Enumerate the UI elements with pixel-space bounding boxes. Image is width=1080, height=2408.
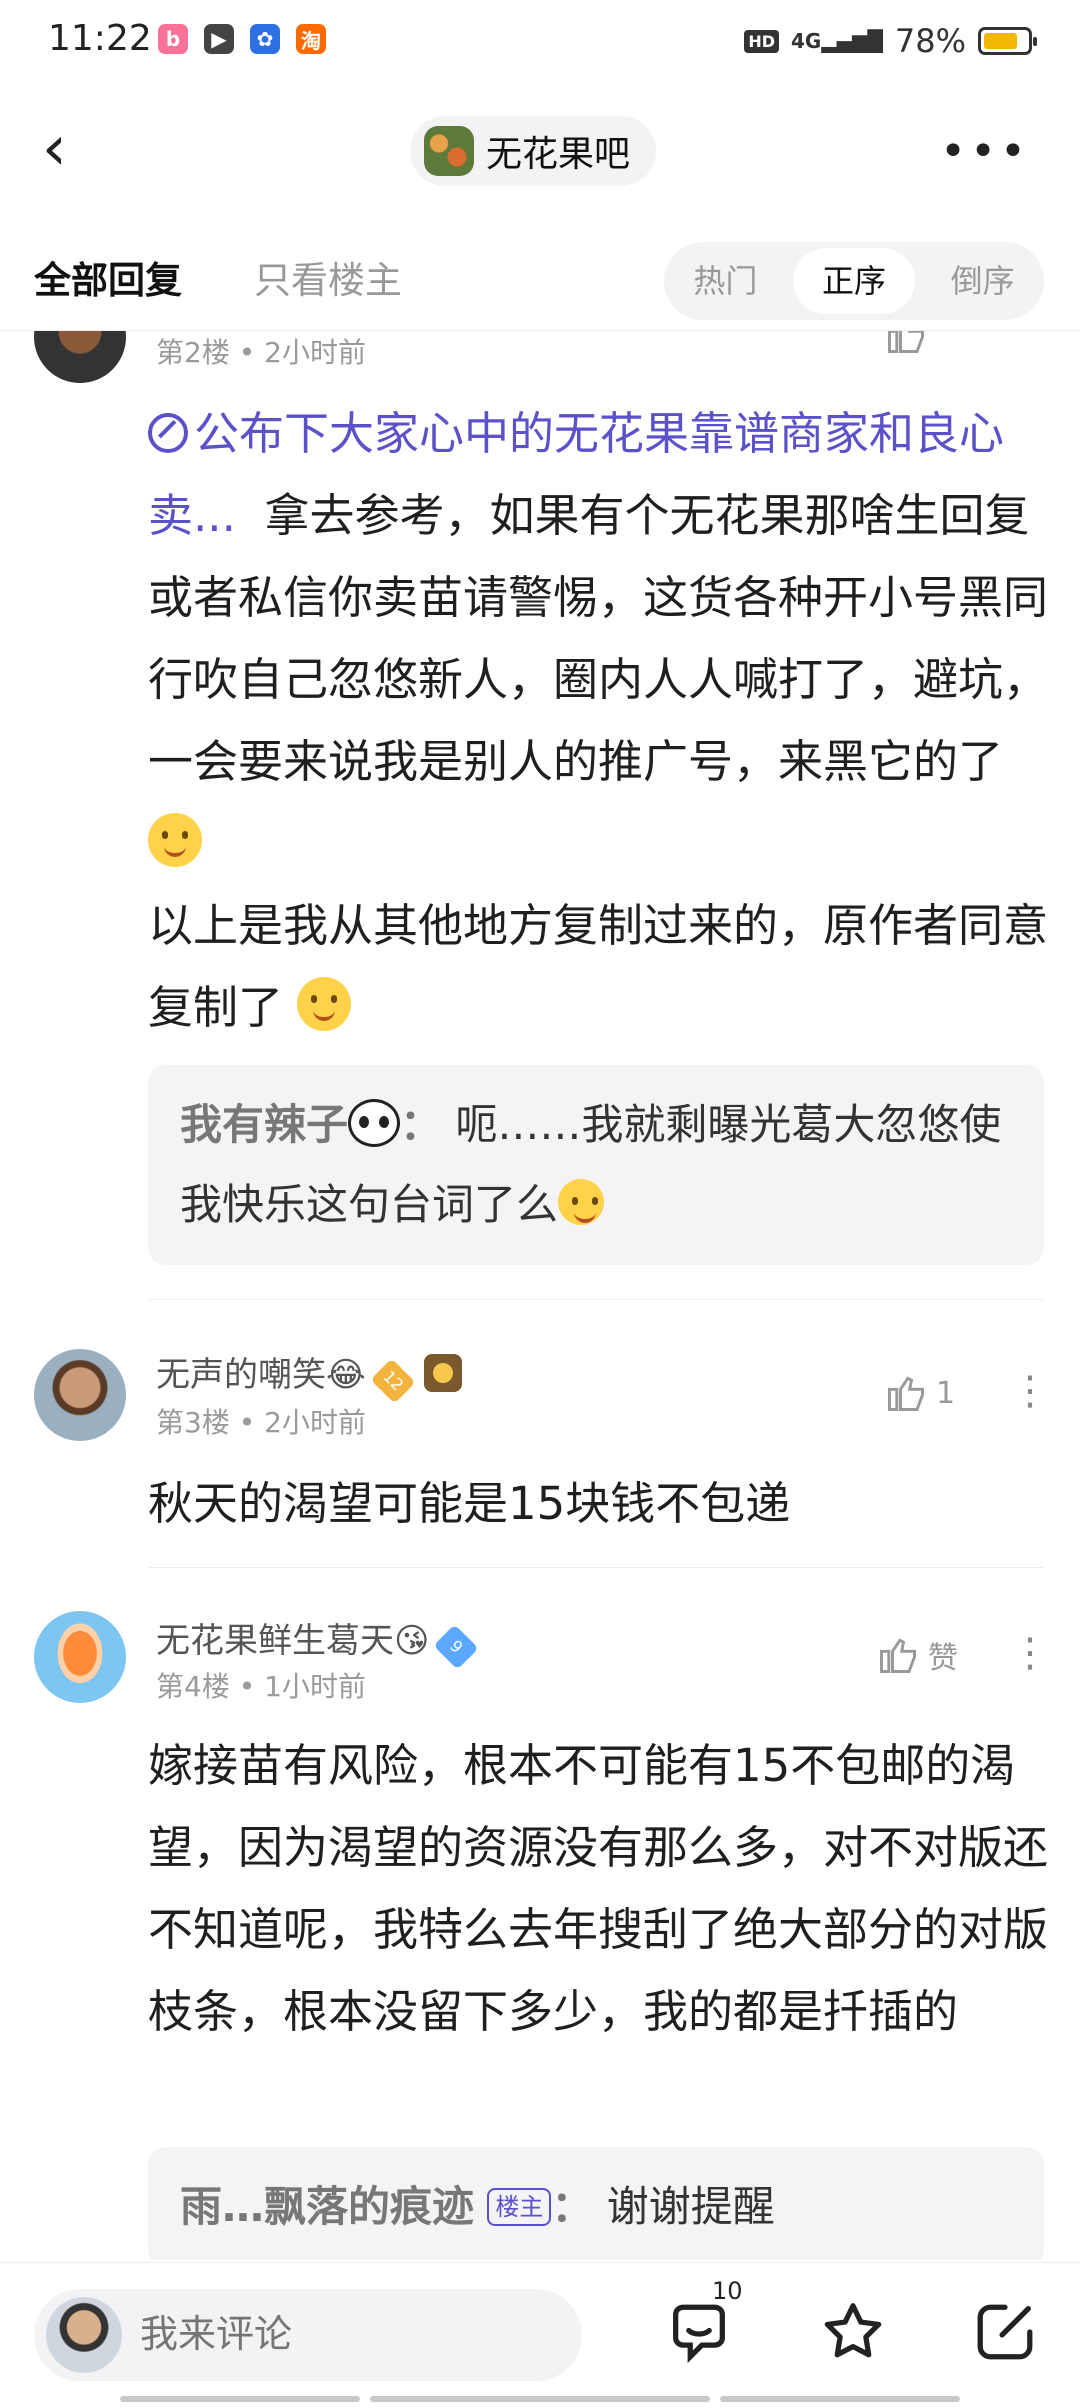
top-navigation: ‹ 无花果吧 ••• xyxy=(0,100,1080,200)
level-badge: 12 xyxy=(370,1358,416,1404)
taobao-icon: 淘 xyxy=(296,24,326,54)
avatar[interactable] xyxy=(34,1611,126,1703)
like-label: 赞 xyxy=(928,1641,958,1676)
divider xyxy=(148,1299,1044,1300)
reply-time: 2小时前 xyxy=(264,1406,366,1439)
thumbs-up-icon xyxy=(880,1638,916,1673)
thumbs-up-icon xyxy=(888,1376,924,1411)
like-button[interactable] xyxy=(884,331,928,357)
home-indicator xyxy=(370,2396,710,2402)
reply-meta: 第2楼 • 2小时前 xyxy=(156,336,366,369)
tab-op-only[interactable]: 只看楼主 xyxy=(254,250,402,304)
reply-filter-bar: 全部回复 只看楼主 热门 正序 倒序 xyxy=(0,230,1080,330)
smile-emoji-icon xyxy=(297,977,352,1031)
panda-emoji-icon xyxy=(348,1099,401,1147)
more-options-icon[interactable]: ••• xyxy=(940,126,1030,177)
sub-reply[interactable]: 我有辣子： 呃……我就剩曝光葛大忽悠使我快乐这句台词了么 xyxy=(148,1065,1044,1265)
home-indicator xyxy=(720,2396,960,2402)
battery-icon xyxy=(978,27,1037,55)
reply-body: 嫁接苗有风险，根本不可能有15不包邮的渴望，因为渴望的资源没有那么多，对不对版还… xyxy=(148,1739,1049,2038)
forum-avatar xyxy=(424,126,474,176)
sub-reply[interactable]: 雨…飘落的痕迹 楼主： 谢谢提醒 xyxy=(148,2147,1044,2260)
username-text: 无花果鲜生葛天😘 xyxy=(156,1621,430,1661)
sort-toggle: 热门 正序 倒序 xyxy=(664,242,1044,320)
sub-reply-author[interactable]: 我有辣子 xyxy=(180,1100,348,1149)
video-player-icon: ▶ xyxy=(204,24,234,54)
comment-input[interactable] xyxy=(140,2289,560,2381)
sub-reply-author[interactable]: 雨…飘落的痕迹 xyxy=(180,2182,474,2231)
like-button[interactable]: 赞 xyxy=(876,1633,958,1677)
reply-list[interactable]: 第2楼 • 2小时前 公布下大家心中的无花果靠谱商家和良心卖... 拿去参考，如… xyxy=(0,331,1080,2260)
divider xyxy=(148,1567,1044,1568)
bilibili-icon: b xyxy=(158,24,188,54)
notification-icons: b ▶ ✿ 淘 xyxy=(158,24,326,54)
username[interactable]: 无花果鲜生葛天😘 9 xyxy=(156,1613,480,1670)
avatar[interactable] xyxy=(34,1349,126,1441)
system-indicators: HD 4G▂▄▆█ 78% xyxy=(744,22,1037,60)
grimace-emoji-icon xyxy=(148,813,202,867)
shy-emoji-icon xyxy=(558,1179,605,1225)
reply-text-2: 以上是我从其他地方复制过来的，原作者同意复制了 xyxy=(148,899,1049,1034)
tab-all-replies[interactable]: 全部回复 xyxy=(34,250,182,304)
battery-level xyxy=(984,33,1017,49)
baidu-icon: ✿ xyxy=(250,24,280,54)
reply-more-icon[interactable]: ⋮ xyxy=(1010,1371,1050,1411)
reply-time: 1小时前 xyxy=(264,1670,366,1703)
star-favorite-icon[interactable] xyxy=(818,2297,888,2367)
reply-meta: 第4楼 • 1小时前 xyxy=(156,1670,366,1703)
reply-body: 秋天的渴望可能是15块钱不包递 xyxy=(148,1477,791,1530)
home-indicator xyxy=(120,2396,360,2402)
reply-more-icon[interactable]: ⋮ xyxy=(1010,1633,1050,1673)
reply-body: 公布下大家心中的无花果靠谱商家和良心卖... 拿去参考，如果有个无花果那啥生回复… xyxy=(148,393,1048,1049)
username-text: 无声的嘲笑😂 xyxy=(156,1355,366,1395)
sort-ascending[interactable]: 正序 xyxy=(792,248,916,314)
thumbs-up-icon xyxy=(888,331,924,353)
reply-time: 2小时前 xyxy=(264,336,366,369)
reply-count: 10 xyxy=(712,2277,743,2305)
my-avatar xyxy=(46,2297,122,2373)
status-bar: 11:22 b ▶ ✿ 淘 HD 4G▂▄▆█ 78% xyxy=(0,0,1080,90)
back-icon[interactable]: ‹ xyxy=(42,117,102,180)
op-badge: 楼主 xyxy=(487,2188,552,2226)
hd-indicator: HD xyxy=(744,29,779,53)
forum-name: 无花果吧 xyxy=(486,134,631,175)
reply-text: 拿去参考，如果有个无花果那啥生回复或者私信你卖苗请警惕，这货各种开小号黑同行吹自… xyxy=(148,489,1049,788)
floor-number: 第4楼 xyxy=(156,1670,230,1703)
level-badge: 9 xyxy=(433,1624,480,1670)
sub-reply-text: 谢谢提醒 xyxy=(606,2182,775,2231)
network-type: 4G xyxy=(791,29,822,53)
sort-hot[interactable]: 热门 xyxy=(664,248,787,314)
username[interactable]: 无声的嘲笑😂 12 xyxy=(156,1347,462,1404)
sort-descending[interactable]: 倒序 xyxy=(921,248,1044,314)
floor-number: 第3楼 xyxy=(156,1406,230,1439)
sub-reply-separator: ： xyxy=(551,2182,594,2231)
comments-icon[interactable] xyxy=(664,2297,734,2367)
share-icon[interactable] xyxy=(970,2297,1040,2367)
link-icon xyxy=(148,413,188,453)
signal-icon: 4G▂▄▆█ xyxy=(791,29,883,53)
forum-button[interactable]: 无花果吧 xyxy=(410,116,657,186)
comment-box[interactable] xyxy=(34,2289,582,2381)
sun-badge-icon xyxy=(423,1354,462,1392)
sub-reply-separator: ： xyxy=(400,1100,443,1149)
bottom-action-bar: 10 xyxy=(0,2262,1080,2408)
reply-meta: 第3楼 • 2小时前 xyxy=(156,1406,366,1439)
like-button[interactable]: 1 xyxy=(884,1371,955,1415)
like-count: 1 xyxy=(936,1375,956,1411)
avatar[interactable] xyxy=(34,331,126,383)
status-time: 11:22 xyxy=(48,18,152,59)
battery-percent: 78% xyxy=(894,22,966,60)
floor-number: 第2楼 xyxy=(156,336,230,369)
